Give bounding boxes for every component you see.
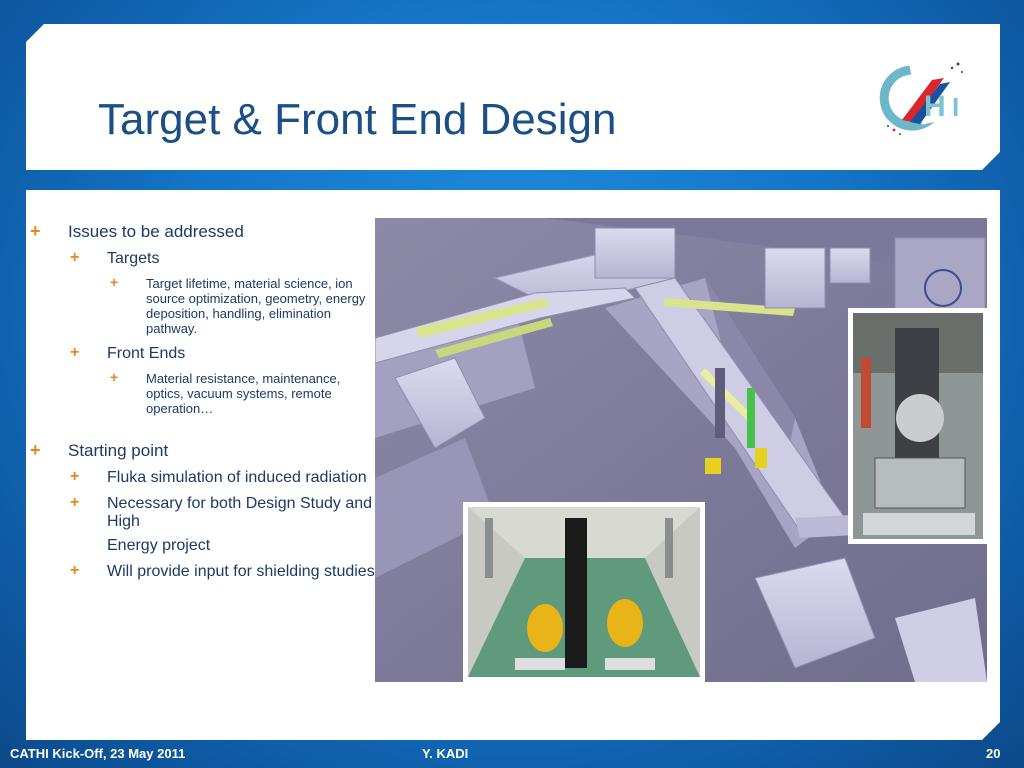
bullet-necessary: + Necessary for both Design Study and Hig… — [30, 494, 375, 531]
footer-left: CATHI Kick-Off, 23 May 2011 — [10, 746, 186, 761]
bullet-text: Target lifetime, material science, ion s… — [146, 276, 366, 336]
plus-bullet-icon: + — [30, 440, 41, 460]
bullet-targets-detail: + Target lifetime, material science, ion … — [30, 274, 375, 337]
bullet-text: Necessary for both Design Study and High — [107, 495, 373, 530]
bullet-text: Targets — [107, 250, 160, 267]
tunnel-photo — [463, 502, 705, 682]
cathi-logo: H I — [879, 57, 963, 135]
plus-bullet-icon: + — [30, 221, 41, 241]
bullet-starting-point: + Starting point — [30, 440, 375, 461]
bullet-text: Issues to be addressed — [68, 222, 244, 241]
bullet-energy-project: Energy project — [30, 537, 375, 555]
bullet-list: + Issues to be addressed + Targets + Target… — [30, 221, 375, 589]
bullet-fluka: + Fluka simulation of induced radiation — [30, 468, 375, 487]
plus-bullet-icon: + — [70, 344, 80, 361]
bullet-gap — [30, 425, 375, 441]
bullet-shielding: + Will provide input for shielding studie… — [30, 562, 375, 581]
bullet-front-ends: + Front Ends — [30, 344, 375, 363]
target-station-photo — [848, 308, 987, 544]
footer-center: Y. KADI — [422, 746, 469, 761]
svg-text:I: I — [952, 92, 959, 122]
facility-render-image — [375, 218, 987, 682]
plus-bullet-icon: + — [70, 494, 80, 511]
bullet-text: Will provide input for shielding studies — [107, 563, 375, 580]
bullet-issues: + Issues to be addressed — [30, 221, 375, 242]
slide-number: 20 — [986, 746, 1001, 761]
plus-bullet-icon: + — [70, 562, 80, 579]
plus-bullet-icon: + — [110, 369, 119, 385]
bullet-text: Fluka simulation of induced radiation — [107, 469, 367, 486]
bullet-text: Starting point — [68, 441, 169, 460]
plus-bullet-icon: + — [110, 274, 119, 290]
bullet-text: Material resistance, maintenance, optics… — [146, 371, 341, 416]
bullet-targets: + Targets — [30, 249, 375, 268]
plus-bullet-icon: + — [70, 468, 80, 485]
slide-title: Target & Front End Design — [98, 95, 617, 144]
plus-bullet-icon: + — [70, 249, 80, 266]
bullet-front-ends-detail: + Material resistance, maintenance, optic… — [30, 369, 375, 417]
svg-text:H: H — [924, 90, 946, 123]
bullet-text: Energy project — [107, 537, 211, 554]
bullet-text: Front Ends — [107, 345, 186, 362]
